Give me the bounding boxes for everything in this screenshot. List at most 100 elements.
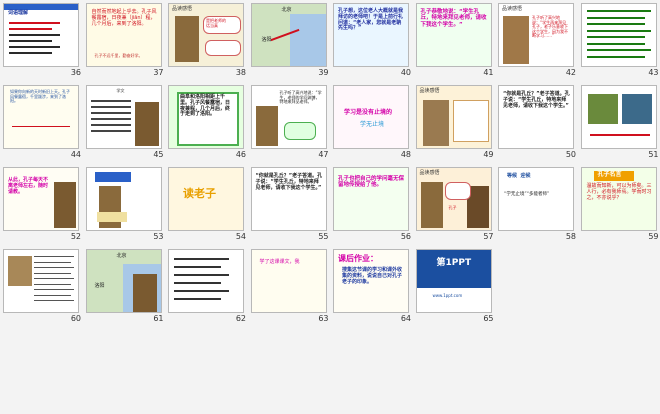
slide-preview[interactable]	[85, 167, 162, 231]
slide-preview[interactable]: 品读感悟 孔子听了高兴地说：“学生再来拜见孔子，老子乐意收下这个学生，因为我不断学…	[498, 3, 574, 67]
slide-preview[interactable]: 品读感悟 孔子	[415, 167, 492, 231]
slide-thumbnail-48[interactable]: 学习是没有止境的 学无止境 48	[333, 85, 415, 160]
slide-preview[interactable]: 课后作业： 搜集这节课的学习和课外收集的资料，说说自己对孔子老子的印象。	[333, 249, 409, 313]
slide-label: 学文	[116, 88, 125, 93]
slide-text: 孔子想，这位老人大概就是我拜访的老师吧！于是上前行礼问道：“老人家，您就是老聃先…	[338, 8, 404, 32]
slide-thumbnail-64[interactable]: 课后作业： 搜集这节课的学习和课外收集的资料，说说自己对孔子老子的印象。 64	[333, 249, 415, 324]
slide-text: 搜集这节课的学习和课外收集的资料，说说自己对孔子老子的印象。	[342, 267, 403, 285]
slide-preview[interactable]: 如果你向新的天时新旧上天。孔子风餐露宿，千里跋涉，来到了洛阳。	[3, 85, 79, 149]
slide-thumbnail-63[interactable]: 学了这课课文，我 63	[250, 249, 333, 324]
slide-number: 56	[400, 232, 411, 241]
slide-preview[interactable]	[580, 3, 657, 67]
slide-preview[interactable]: 曲阜和洛阳相距上千里。孔子风餐露宿，日夜兼程，几个月后，终于走到了洛阳。	[168, 85, 244, 149]
title-banner	[94, 172, 131, 182]
slide-preview[interactable]: 孔子名言温故而知新，可以为师矣。三人行，必有我师焉。学而时习之，不亦说乎？	[580, 167, 657, 231]
slide-preview[interactable]: 孔子恭敬地说：“学生孔丘，特地来拜见老师，请收下我这个学生。”	[415, 3, 492, 67]
slide-thumbnail-37[interactable]: 自然而然地起上乎去。孔子风餐露宿，日夜兼（jiān）程，几个月后，来到了洛阳。孔…	[85, 3, 168, 78]
slide-thumbnail-47[interactable]: 孔子听了高兴地说：“学生，老师的学问渊博，特地来拜见老师。” 47	[250, 85, 333, 160]
slide-text: 自然而然地起上乎去。孔子风餐露宿，日夜兼（jiān）程，几个月后，来到了洛阳。	[91, 9, 157, 27]
slide-thumbnail-49[interactable]: 品读感悟 49	[415, 85, 498, 160]
portrait-image	[175, 16, 199, 62]
slide-number: 47	[318, 150, 329, 159]
slide-thumbnail-54[interactable]: 读老子 54	[168, 167, 250, 242]
slide-thumbnail-38[interactable]: 品读感悟 是把老师的 话当真 38	[168, 3, 250, 78]
slide-thumbnail-62[interactable]: 62	[168, 249, 250, 324]
slide-preview[interactable]: 学文	[85, 85, 162, 149]
slide-subtext: “学无止境”“多能者师”	[504, 192, 550, 197]
image-block	[587, 94, 618, 124]
slide-text: 曲阜和洛阳相距上千里。孔子风餐露宿，日夜兼程，几个月后，终于走到了洛阳。	[180, 94, 231, 118]
slide-preview[interactable]: “你就是孔丘？”老子答道。孔子说：“学生孔丘，特地来拜见老师，请收下我这个学生。…	[250, 167, 327, 231]
slide-thumbnail-59[interactable]: 孔子名言 温故而知新，可以为师矣。三人行，必有我师焉。学而时习之，不亦说乎？ 59	[580, 167, 660, 242]
text-line	[34, 261, 71, 263]
text-line	[34, 294, 71, 296]
slide-number: 44	[70, 150, 81, 159]
text-line	[34, 289, 74, 290]
slide-thumbnail-46[interactable]: 曲阜和洛阳相距上千里。孔子风餐露宿，日夜兼程，几个月后，终于走到了洛阳。 46	[168, 85, 250, 160]
slide-thumbnail-65[interactable]: 第1PPT www.1ppt.com 65	[415, 249, 498, 324]
slide-thumbnail-60[interactable]: 60	[3, 249, 85, 324]
slide-thumbnail-58[interactable]: 等候 迎候 “学无止境”“多能者师” 58	[498, 167, 580, 242]
slide-thumbnail-50[interactable]: “你就是孔丘？”老子答道。孔子说：“学生孔丘，特地来拜见老师，请收下我这个学生。…	[498, 85, 580, 160]
slide-preview[interactable]: 孔子也把自己的学问毫无保留地传授给了他。	[333, 167, 409, 231]
slide-thumbnail-57[interactable]: 品读感悟 孔子 57	[415, 167, 498, 242]
text-line	[34, 267, 74, 268]
slide-preview[interactable]	[3, 249, 79, 313]
text-line	[586, 36, 645, 38]
slide-thumbnail-56[interactable]: 孔子也把自己的学问毫无保留地传授给了他。 56	[333, 167, 415, 242]
slide-preview[interactable]: 从此，孔子每天不离老师左右，随时请教。	[3, 167, 79, 231]
logo-block	[416, 250, 491, 288]
slide-text: 孔子恭敬地说：“学生孔丘，特地来拜见老师，请收下我这个学生。”	[420, 9, 487, 28]
slide-preview[interactable]: 孔子听了高兴地说：“学生，老师的学问渊博，特地来拜见老师。”	[250, 85, 327, 149]
slide-thumbnail-42[interactable]: 品读感悟 孔子听了高兴地说：“学生再来拜见孔子，老子乐意收下这个学生，因为我不断学…	[498, 3, 580, 78]
slide-preview[interactable]: 学习是没有止境的 学无止境	[333, 85, 409, 149]
footer-banner	[96, 212, 127, 222]
image-block-2	[621, 94, 652, 124]
slide-preview[interactable]: 品读感悟	[415, 85, 492, 149]
slide-text: 温故而知新，可以为师矣。三人行，必有我师焉。学而时习之，不亦说乎？	[586, 183, 652, 201]
slide-preview[interactable]: 孔子想，这位老人大概就是我拜访的老师吧！于是上前行礼问道：“老人家，您就是老聃先…	[333, 3, 409, 67]
slide-title: 孔子名言	[597, 171, 622, 178]
text-line	[174, 290, 229, 292]
slide-thumbnail-51[interactable]: 51	[580, 85, 660, 160]
slide-thumbnail-43[interactable]: 43	[580, 3, 660, 78]
portrait-image	[420, 182, 443, 228]
slide-label: 品读感悟	[419, 88, 440, 94]
slide-thumbnail-36[interactable]: 词语理解 36	[3, 3, 85, 78]
slide-preview[interactable]: 词语理解	[3, 3, 79, 67]
slide-text: 如果你向新的天时新旧上天。孔子风餐露宿，千里跋涉，来到了洛阳。	[10, 89, 70, 104]
slide-preview[interactable]: 学了这课课文，我	[250, 249, 327, 313]
slide-preview[interactable]: 北京 洛阳	[85, 249, 162, 313]
slide-preview[interactable]: 读老子	[168, 167, 244, 231]
slide-preview[interactable]: 等候 迎候 “学无止境”“多能者师”	[498, 167, 574, 231]
slide-preview[interactable]	[168, 249, 244, 313]
slide-thumbnail-61[interactable]: 北京 洛阳 61	[85, 249, 168, 324]
slide-text: 等候 迎候	[507, 173, 531, 179]
slide-thumbnail-55[interactable]: “你就是孔丘？”老子答道。孔子说：“学生孔丘，特地来拜见老师，请收下我这个学生。…	[250, 167, 333, 242]
slide-thumbnail-44[interactable]: 如果你向新的天时新旧上天。孔子风餐露宿，千里跋涉，来到了洛阳。 44	[3, 85, 85, 160]
text-line	[586, 10, 651, 12]
text-line	[90, 100, 131, 102]
text-line	[34, 300, 74, 301]
slide-number: 61	[153, 314, 164, 323]
slide-text: 学了这课课文，我	[259, 259, 300, 265]
slide-thumbnail-45[interactable]: 学文 45	[85, 85, 168, 160]
slide-number: 65	[483, 314, 494, 323]
slide-thumbnail-39[interactable]: 北京 洛阳 39	[250, 3, 333, 78]
slide-thumbnail-53[interactable]: 53	[85, 167, 168, 242]
text-line	[34, 283, 71, 285]
slide-thumbnail-41[interactable]: 孔子恭敬地说：“学生孔丘，特地来拜见老师，请收下我这个学生。” 41	[415, 3, 498, 78]
slide-preview[interactable]: 品读感悟 是把老师的 话当真	[168, 3, 244, 67]
slide-preview[interactable]: “你就是孔丘？”老子答道。孔子说：“学生孔丘，特地来拜见老师，请收下我这个学生。…	[498, 85, 574, 149]
slide-preview[interactable]: 北京 洛阳	[250, 3, 327, 67]
slide-thumbnail-40[interactable]: 孔子想，这位老人大概就是我拜访的老师吧！于是上前行礼问道：“老人家，您就是老聃先…	[333, 3, 415, 78]
slide-preview[interactable]: 第1PPT www.1ppt.com	[415, 249, 492, 313]
slide-sorter-grid: 词语理解 36 自然而然地起上乎去。孔子风餐露宿，日夜兼（jiān）程，几个月后，来…	[3, 3, 660, 412]
text-lines	[9, 22, 60, 62]
text-line	[586, 29, 651, 32]
slide-preview[interactable]: 自然而然地起上乎去。孔子风餐露宿，日夜兼（jiān）程，几个月后，来到了洛阳。孔…	[85, 3, 162, 67]
text-line	[90, 124, 131, 126]
map-label-beijing: 北京	[281, 7, 292, 13]
slide-preview[interactable]	[580, 85, 657, 149]
slide-thumbnail-52[interactable]: 从此，孔子每天不离老师左右，随时请教。 52	[3, 167, 85, 242]
